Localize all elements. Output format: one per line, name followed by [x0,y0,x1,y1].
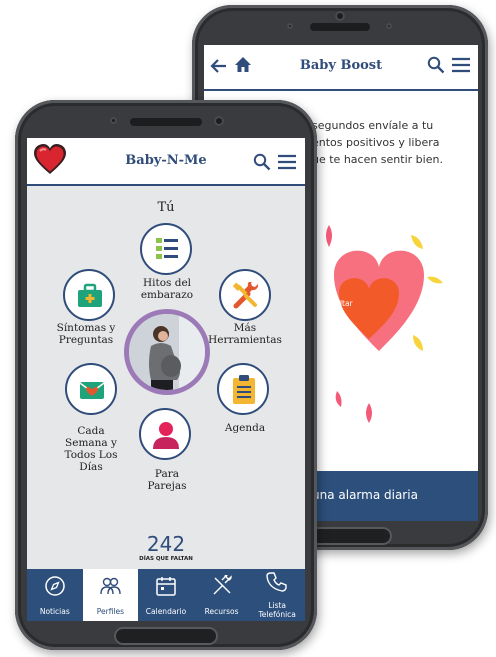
section-title: Tú [157,200,175,215]
instructions-text: segundos envíale a tu entos positivos y … [312,119,443,166]
tab-noticias[interactable]: Noticias [27,569,83,621]
herramientas-button[interactable] [219,269,271,321]
menu-icon[interactable] [451,57,471,73]
app-header: Baby-N-Me [27,138,305,186]
cada-semana-button[interactable] [65,363,117,415]
agenda-button[interactable] [217,363,269,415]
phone-icon [266,572,287,592]
checklist-icon [155,236,179,262]
sensor [287,23,293,29]
days-left-label: DÍAS QUE FALTAN [139,556,193,562]
compass-icon [45,576,65,596]
medical-bag-icon [78,283,102,307]
tab-label: Lista Telefónica [258,601,296,619]
parejas-button[interactable] [139,408,191,460]
menu-icon[interactable] [277,154,297,170]
tab-lista-telefonica[interactable]: Lista Telefónica [249,569,305,621]
partner-person-icon [153,422,179,449]
front-screen: Baby-N-Me Tú Hitos del embarazo Más Herr… [27,138,305,621]
home-button [114,627,218,645]
cada-semana-label: Cada Semana y Todos Los Días [64,425,118,473]
people-icon [100,577,122,595]
sensor [110,117,117,124]
tab-perfiles[interactable]: Perfiles [82,569,139,621]
hitos-label: Hitos del embarazo [140,277,194,301]
love-letter-icon [79,382,105,399]
calendar-icon [156,577,176,596]
camera [335,11,345,21]
app-header: Baby Boost [204,45,478,91]
front-phone: Baby-N-Me Tú Hitos del embarazo Más Herr… [15,100,317,650]
camera [214,116,224,126]
tools-icon [232,282,259,309]
speaker [310,23,370,31]
clipboard-icon [233,375,255,404]
pregnant-woman-image [129,314,205,390]
bottom-tab-bar: Noticias Perfiles Calendario Recursos Li… [27,569,305,621]
tab-label: Calendario [145,607,187,616]
search-icon[interactable] [427,56,445,74]
alarm-button-label: una alarma diaria [312,488,418,502]
tab-calendario[interactable]: Calendario [138,569,194,621]
sensor [386,23,392,29]
hitos-button[interactable] [140,223,192,275]
tools-icon [213,575,232,595]
sintomas-label: Síntomas y Preguntas [56,322,116,346]
sintomas-button[interactable] [63,269,115,321]
tab-label: Recursos [204,607,239,616]
tab-label: Noticias [39,607,70,616]
speaker [130,118,202,126]
profile-photo[interactable] [124,309,210,395]
heart-burst-icon[interactable] [299,215,478,425]
days-left-count: 242 [146,532,186,556]
tab-label: Perfiles [96,607,125,616]
tab-recursos[interactable]: Recursos [194,569,250,621]
parejas-label: Para Parejas [147,468,187,492]
agenda-label: Agenda [224,422,266,434]
herramientas-label: Más Herramientas [208,322,282,346]
search-icon[interactable] [253,153,271,171]
